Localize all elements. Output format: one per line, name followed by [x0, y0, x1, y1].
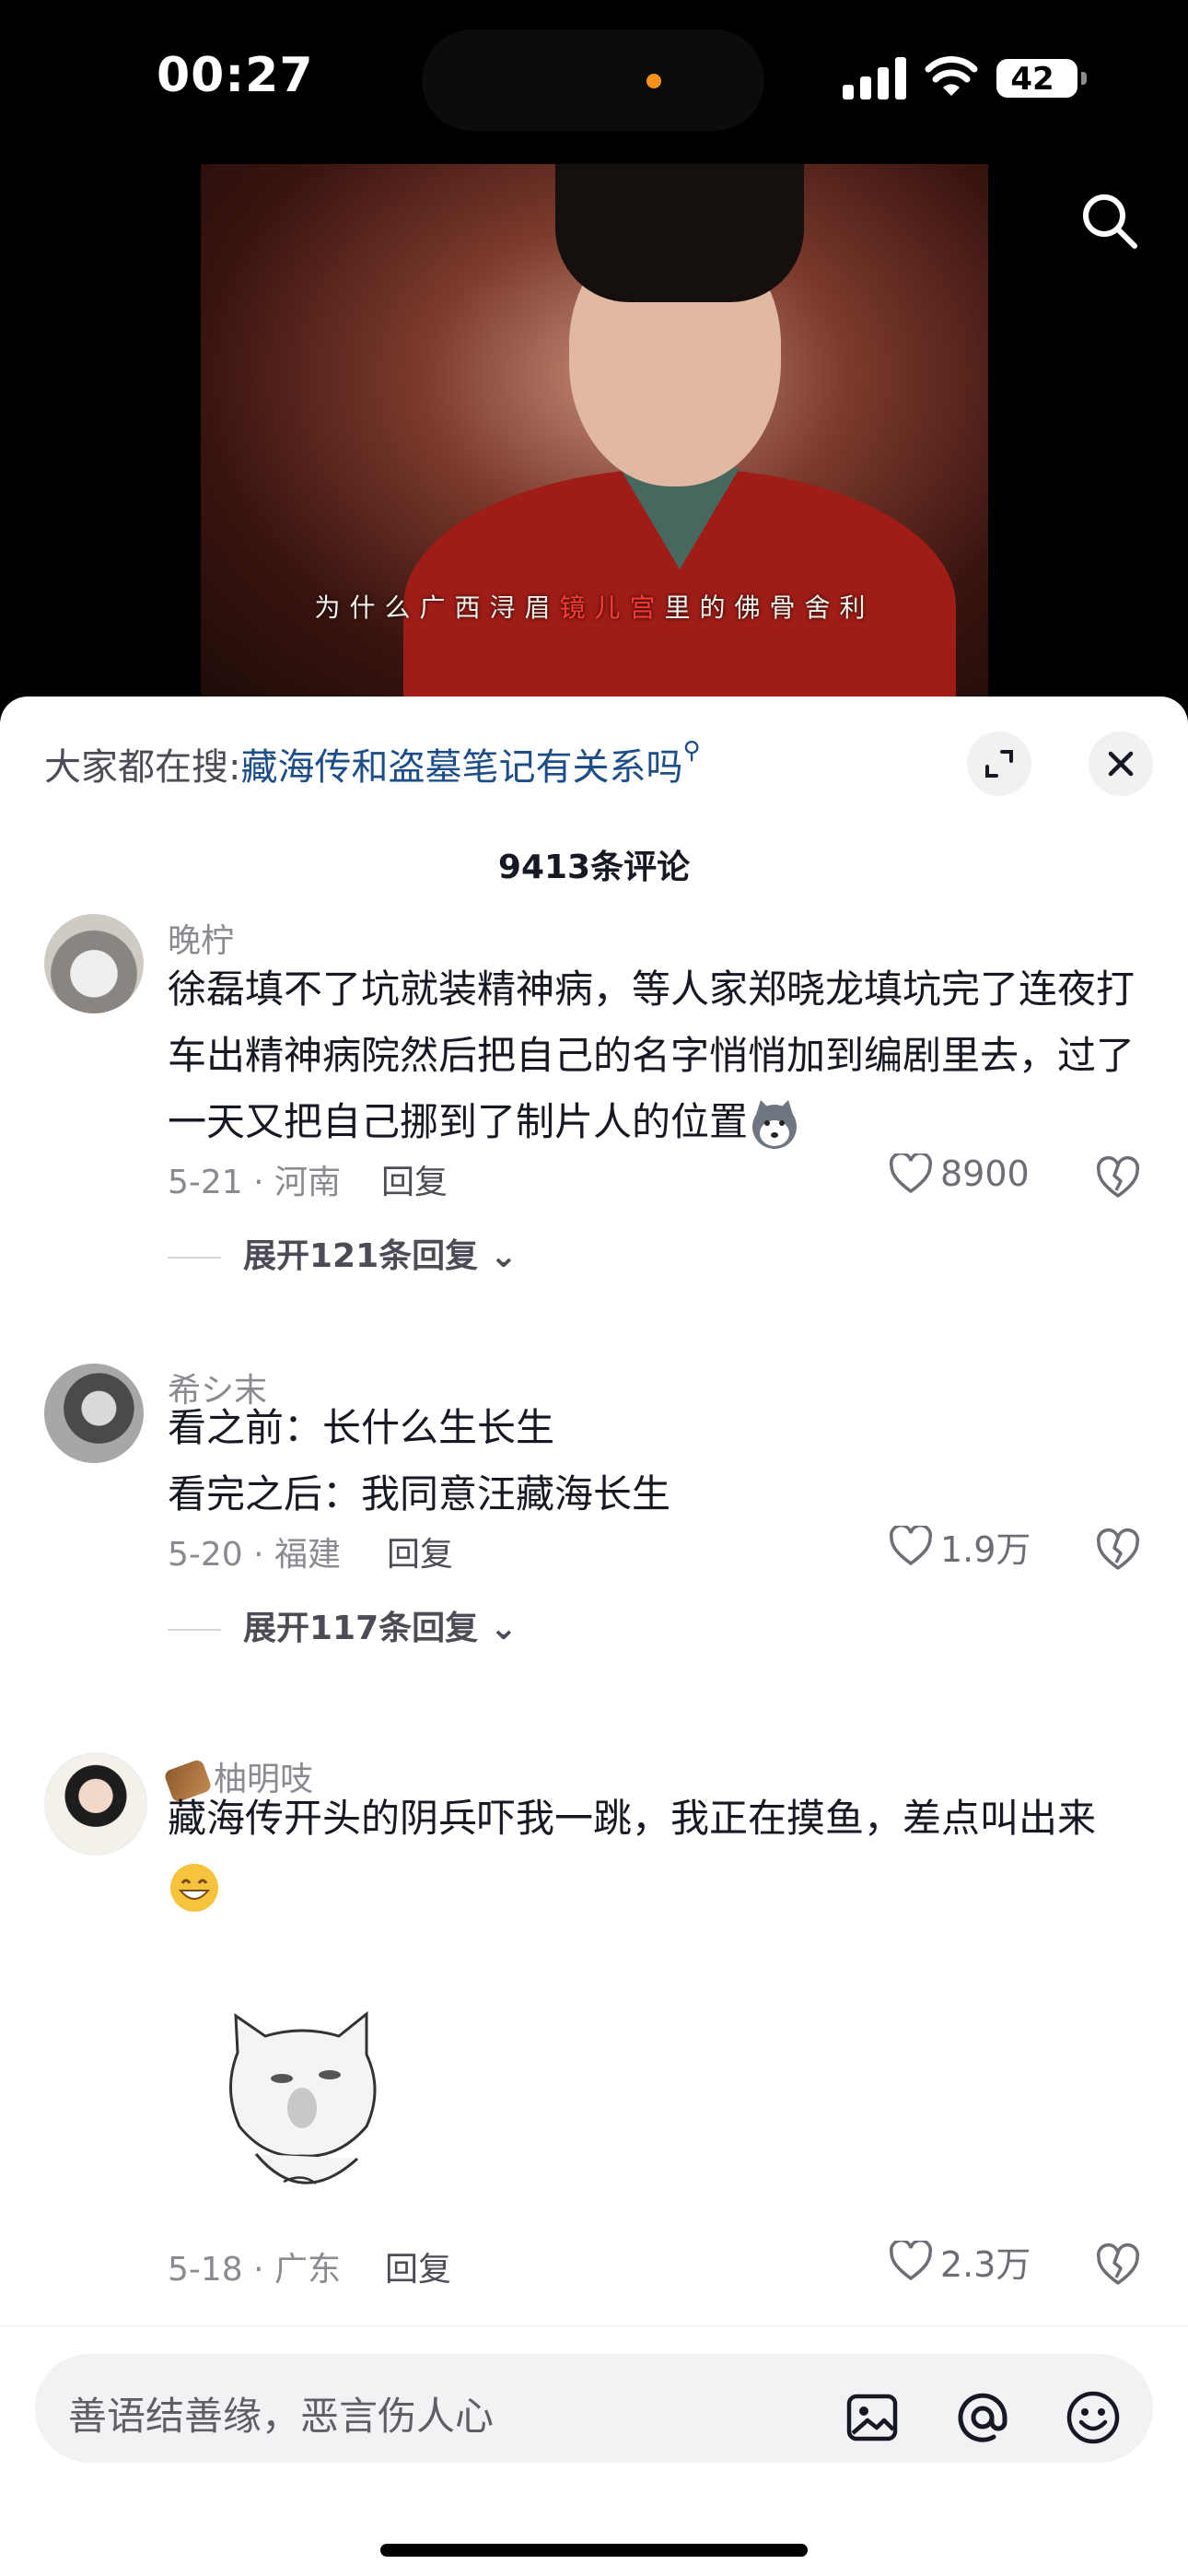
comment-input-placeholder: 善语结善缘，恶言伤人心: [68, 2394, 495, 2439]
comment-count: 9413条评论: [497, 849, 691, 886]
broken-heart-icon[interactable]: [1096, 1155, 1140, 1200]
image-icon[interactable]: [842, 2387, 903, 2448]
status-time: 00:27: [157, 48, 314, 103]
hot-search-query[interactable]: 藏海传和盗墓笔记有关系吗: [240, 746, 682, 789]
close-icon: [1108, 751, 1134, 777]
grin-emoji-icon: [170, 1863, 218, 1912]
like-button[interactable]: 8900: [889, 1152, 1030, 1196]
broken-heart-icon[interactable]: [1096, 2242, 1140, 2287]
comment-date-location: 5-21 · 河南: [168, 1164, 342, 1201]
like-button[interactable]: 1.9万: [889, 1524, 1031, 1570]
search-icon[interactable]: [1077, 189, 1142, 253]
expand-icon: [985, 750, 1013, 778]
comment-input-bar: 善语结善缘，恶言伤人心: [0, 2325, 1188, 2576]
like-button[interactable]: 2.3万: [889, 2239, 1031, 2285]
expand-replies-button[interactable]: 展开117条回复 ⌄: [168, 1601, 518, 1649]
broken-heart-icon[interactable]: [1096, 1528, 1140, 1572]
status-bar: 00:27 42: [0, 0, 1188, 157]
cellular-signal-icon: [843, 57, 906, 100]
at-icon[interactable]: [952, 2387, 1013, 2448]
avatar[interactable]: [44, 1752, 147, 1856]
battery-level: 42: [1010, 61, 1054, 98]
comment-date-location: 5-18 · 广东: [168, 2251, 342, 2289]
comment-author[interactable]: 晚柠: [168, 914, 234, 962]
hot-search-prefix: 大家都在搜:: [44, 746, 241, 789]
comment-date-location: 5-20 · 福建: [168, 1536, 342, 1574]
like-count: 8900: [940, 1153, 1030, 1194]
expand-button[interactable]: [967, 732, 1031, 796]
reply-button[interactable]: 回复: [387, 1528, 453, 1575]
avatar[interactable]: [44, 914, 144, 1013]
husky-emoji-icon: [752, 1099, 798, 1149]
expand-replies-button[interactable]: 展开121条回复 ⌄: [168, 1229, 518, 1277]
comment-text: 徐磊填不了坑就装精神病，等人家郑晓龙填坑完了连夜打车出精神病院然后把自己的名字悄…: [168, 956, 1144, 1155]
close-button[interactable]: [1089, 732, 1153, 796]
chevron-down-icon: ⌄: [489, 1610, 518, 1647]
comment-text: 看之前：长什么生长生 看完之后：我同意汪藏海长生: [168, 1405, 671, 1516]
comment-text: 藏海传开头的阴兵吓我一跳，我正在摸鱼，差点叫出来: [168, 1786, 1144, 1918]
wifi-icon: [925, 56, 978, 96]
reply-button[interactable]: 回复: [385, 2242, 451, 2290]
reply-button[interactable]: 回复: [381, 1155, 448, 1203]
smiley-icon[interactable]: [1063, 2387, 1124, 2448]
comment-input[interactable]: 善语结善缘，恶言伤人心: [35, 2354, 1153, 2463]
video-player[interactable]: 为什么广西浔眉镜儿宫里的佛骨舍利: [201, 164, 988, 697]
video-subtitle: 为什么广西浔眉镜儿宫里的佛骨舍利: [314, 592, 875, 623]
comment-sheet: 大家都在搜:藏海传和盗墓笔记有关系吗⚲ 9413条评论 晚柠 徐磊填不了坑就装精…: [0, 697, 1188, 2576]
like-count: 2.3万: [940, 2243, 1031, 2285]
dynamic-island: [422, 29, 764, 131]
chevron-down-icon: ⌄: [489, 1237, 518, 1275]
like-count: 1.9万: [940, 1528, 1031, 1570]
search-small-icon: ⚲: [682, 737, 701, 765]
avatar[interactable]: [44, 1364, 144, 1463]
heart-icon: [889, 1526, 933, 1566]
heart-icon: [889, 2241, 933, 2281]
heart-icon: [889, 1153, 933, 1194]
battery-indicator: 42: [996, 59, 1087, 98]
hot-search-bar[interactable]: 大家都在搜:藏海传和盗墓笔记有关系吗⚲: [44, 737, 701, 790]
home-indicator[interactable]: [380, 2544, 808, 2557]
cat-sticker-image[interactable]: [210, 1997, 394, 2209]
